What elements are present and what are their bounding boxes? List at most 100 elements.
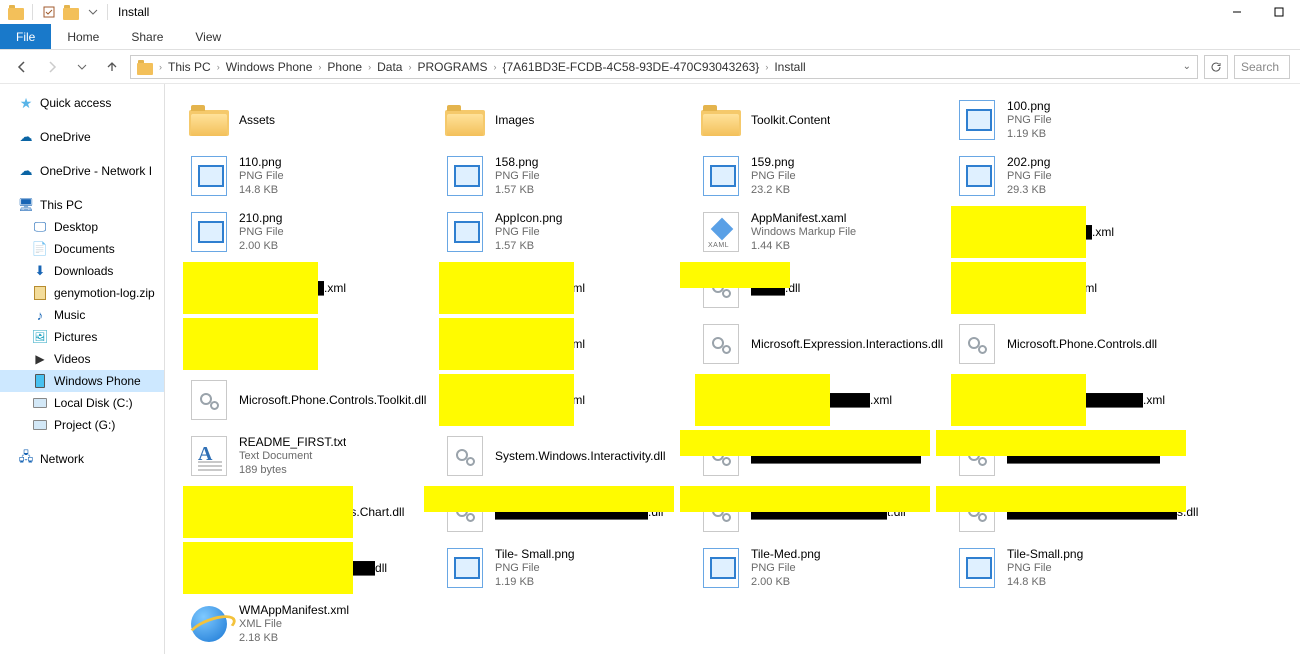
file-item[interactable]: ████████████████████ <box>695 428 951 484</box>
file-name: Tile-Small.png <box>1007 547 1083 562</box>
minimize-button[interactable] <box>1216 0 1258 24</box>
file-item[interactable]: ██████████████.xml <box>695 372 951 428</box>
file-item[interactable]: ████████████ols.Chart.dll <box>183 484 439 540</box>
file-item[interactable]: ████.dll <box>695 260 951 316</box>
chevron-right-icon[interactable]: › <box>408 62 411 72</box>
nav-this-pc[interactable]: 🖥This PC <box>0 194 164 216</box>
file-item[interactable]: 202.pngPNG File29.3 KB <box>951 148 1207 204</box>
properties-icon[interactable] <box>39 2 59 22</box>
nav-quick-access[interactable]: ★Quick access <box>0 92 164 114</box>
search-input[interactable]: Search <box>1234 55 1290 79</box>
nav-desktop[interactable]: 🖵Desktop <box>0 216 164 238</box>
file-item[interactable]: 210.pngPNG File2.00 KB <box>183 204 439 260</box>
ie-icon <box>189 604 229 644</box>
maximize-button[interactable] <box>1258 0 1300 24</box>
file-item[interactable]: Assets <box>183 92 439 148</box>
breadcrumb-segment[interactable]: Phone <box>327 60 362 74</box>
chevron-right-icon[interactable]: › <box>493 62 496 72</box>
chevron-right-icon[interactable]: › <box>368 62 371 72</box>
nav-downloads[interactable]: ⬇Downloads <box>0 260 164 282</box>
breadcrumb-segment[interactable]: PROGRAMS <box>417 60 487 74</box>
file-item[interactable]: ████████.xml <box>439 316 695 372</box>
new-folder-icon[interactable] <box>61 2 81 22</box>
file-item[interactable]: ██████████.xml <box>951 204 1207 260</box>
file-item[interactable]: ████████████████t.dll <box>695 484 951 540</box>
file-size: 1.19 KB <box>495 576 575 590</box>
chevron-right-icon[interactable]: › <box>217 62 220 72</box>
file-item[interactable]: ████████.xml <box>951 260 1207 316</box>
file-item[interactable]: ██████████████████ <box>951 428 1207 484</box>
file-size: 23.2 KB <box>751 184 796 198</box>
nav-geny-zip[interactable]: genymotion-log.zip <box>0 282 164 304</box>
file-item[interactable]: 100.pngPNG File1.19 KB <box>951 92 1207 148</box>
home-tab[interactable]: Home <box>51 24 115 49</box>
file-item[interactable]: 158.pngPNG File1.57 KB <box>439 148 695 204</box>
downloads-icon: ⬇ <box>32 263 48 279</box>
chevron-right-icon[interactable]: › <box>159 62 162 72</box>
forward-button[interactable] <box>40 55 64 79</box>
breadcrumb-segment[interactable]: Windows Phone <box>226 60 313 74</box>
recent-locations-chevron-icon[interactable] <box>70 55 94 79</box>
file-item[interactable]: Microsoft.Phone.Controls.dll <box>951 316 1207 372</box>
file-item[interactable]: WMAppManifest.xmlXML File2.18 KB <box>183 596 439 652</box>
file-item[interactable]: XAMLAppManifest.xamlWindows Markup File1… <box>695 204 951 260</box>
nav-onedrive[interactable]: ☁OneDrive <box>0 126 164 148</box>
nav-documents[interactable]: 📄Documents <box>0 238 164 260</box>
file-item[interactable]: Tile-Med.pngPNG File2.00 KB <box>695 540 951 596</box>
chevron-right-icon[interactable]: › <box>318 62 321 72</box>
nav-network[interactable]: 🖧Network <box>0 448 164 470</box>
file-item[interactable]: ████████.xml <box>439 260 695 316</box>
file-name: AppManifest.xaml <box>751 211 856 226</box>
file-item[interactable]: System.Windows.Interactivity.dll <box>439 428 695 484</box>
nav-music[interactable]: ♪Music <box>0 304 164 326</box>
file-item[interactable]: Images <box>439 92 695 148</box>
zip-icon <box>32 285 48 301</box>
file-name: 159.png <box>751 155 796 170</box>
file-item[interactable]: Toolkit.Content <box>695 92 951 148</box>
file-meta: Microsoft.Phone.Controls.dll <box>1007 337 1157 352</box>
chevron-right-icon[interactable]: › <box>765 62 768 72</box>
nav-disk-c[interactable]: Local Disk (C:) <box>0 392 164 414</box>
address-bar[interactable]: › This PC › Windows Phone › Phone › Data › P… <box>130 55 1198 79</box>
file-item[interactable]: AppIcon.pngPNG File1.57 KB <box>439 204 695 260</box>
addr-dropdown-chevron-icon[interactable]: ⌄ <box>1183 61 1191 72</box>
file-item[interactable]: ████████.xml <box>439 372 695 428</box>
nav-videos[interactable]: ▶Videos <box>0 348 164 370</box>
folder-icon <box>137 63 153 75</box>
file-name: 110.png <box>239 155 284 170</box>
file-item[interactable]: 159.pngPNG File23.2 KB <box>695 148 951 204</box>
file-item[interactable]: AREADME_FIRST.txtText Document189 bytes <box>183 428 439 484</box>
file-name: 158.png <box>495 155 540 170</box>
file-item[interactable]: ████████████████████s.dll <box>951 484 1207 540</box>
pictures-icon: 🖼 <box>32 329 48 345</box>
up-button[interactable] <box>100 55 124 79</box>
breadcrumb-segment[interactable]: Data <box>377 60 402 74</box>
file-item[interactable]: ████████████████.xml <box>951 372 1207 428</box>
nav-windows-phone[interactable]: Windows Phone <box>0 370 164 392</box>
refresh-button[interactable] <box>1204 55 1228 79</box>
ribbon: File Home Share View <box>0 24 1300 50</box>
file-item[interactable]: ██████████████████.dll <box>439 484 695 540</box>
png-icon <box>957 100 997 140</box>
breadcrumb-segment[interactable]: {7A61BD3E-FCDB-4C58-93DE-470C93043263} <box>502 60 759 74</box>
qat-chevron-icon[interactable] <box>83 2 103 22</box>
share-tab[interactable]: Share <box>115 24 179 49</box>
nav-disk-g[interactable]: Project (G:) <box>0 414 164 436</box>
file-item[interactable]: ██████████.xml <box>183 260 439 316</box>
file-item[interactable]: 110.pngPNG File14.8 KB <box>183 148 439 204</box>
file-meta: Tile- Small.pngPNG File1.19 KB <box>495 547 575 590</box>
file-item[interactable]: ████████ <box>183 316 439 372</box>
breadcrumb-segment[interactable]: This PC <box>168 60 211 74</box>
file-item[interactable]: ████████████████dll <box>183 540 439 596</box>
nav-pictures[interactable]: 🖼Pictures <box>0 326 164 348</box>
back-button[interactable] <box>10 55 34 79</box>
file-item[interactable]: Microsoft.Phone.Controls.Toolkit.dll <box>183 372 439 428</box>
view-tab[interactable]: View <box>179 24 237 49</box>
file-tab[interactable]: File <box>0 24 51 49</box>
file-item[interactable]: Microsoft.Expression.Interactions.dll <box>695 316 951 372</box>
file-item[interactable]: Tile-Small.pngPNG File14.8 KB <box>951 540 1207 596</box>
network-icon: 🖧 <box>18 451 34 467</box>
file-item[interactable]: Tile- Small.pngPNG File1.19 KB <box>439 540 695 596</box>
nav-onedrive-network[interactable]: ☁OneDrive - Network I <box>0 160 164 182</box>
breadcrumb-segment[interactable]: Install <box>774 60 805 74</box>
